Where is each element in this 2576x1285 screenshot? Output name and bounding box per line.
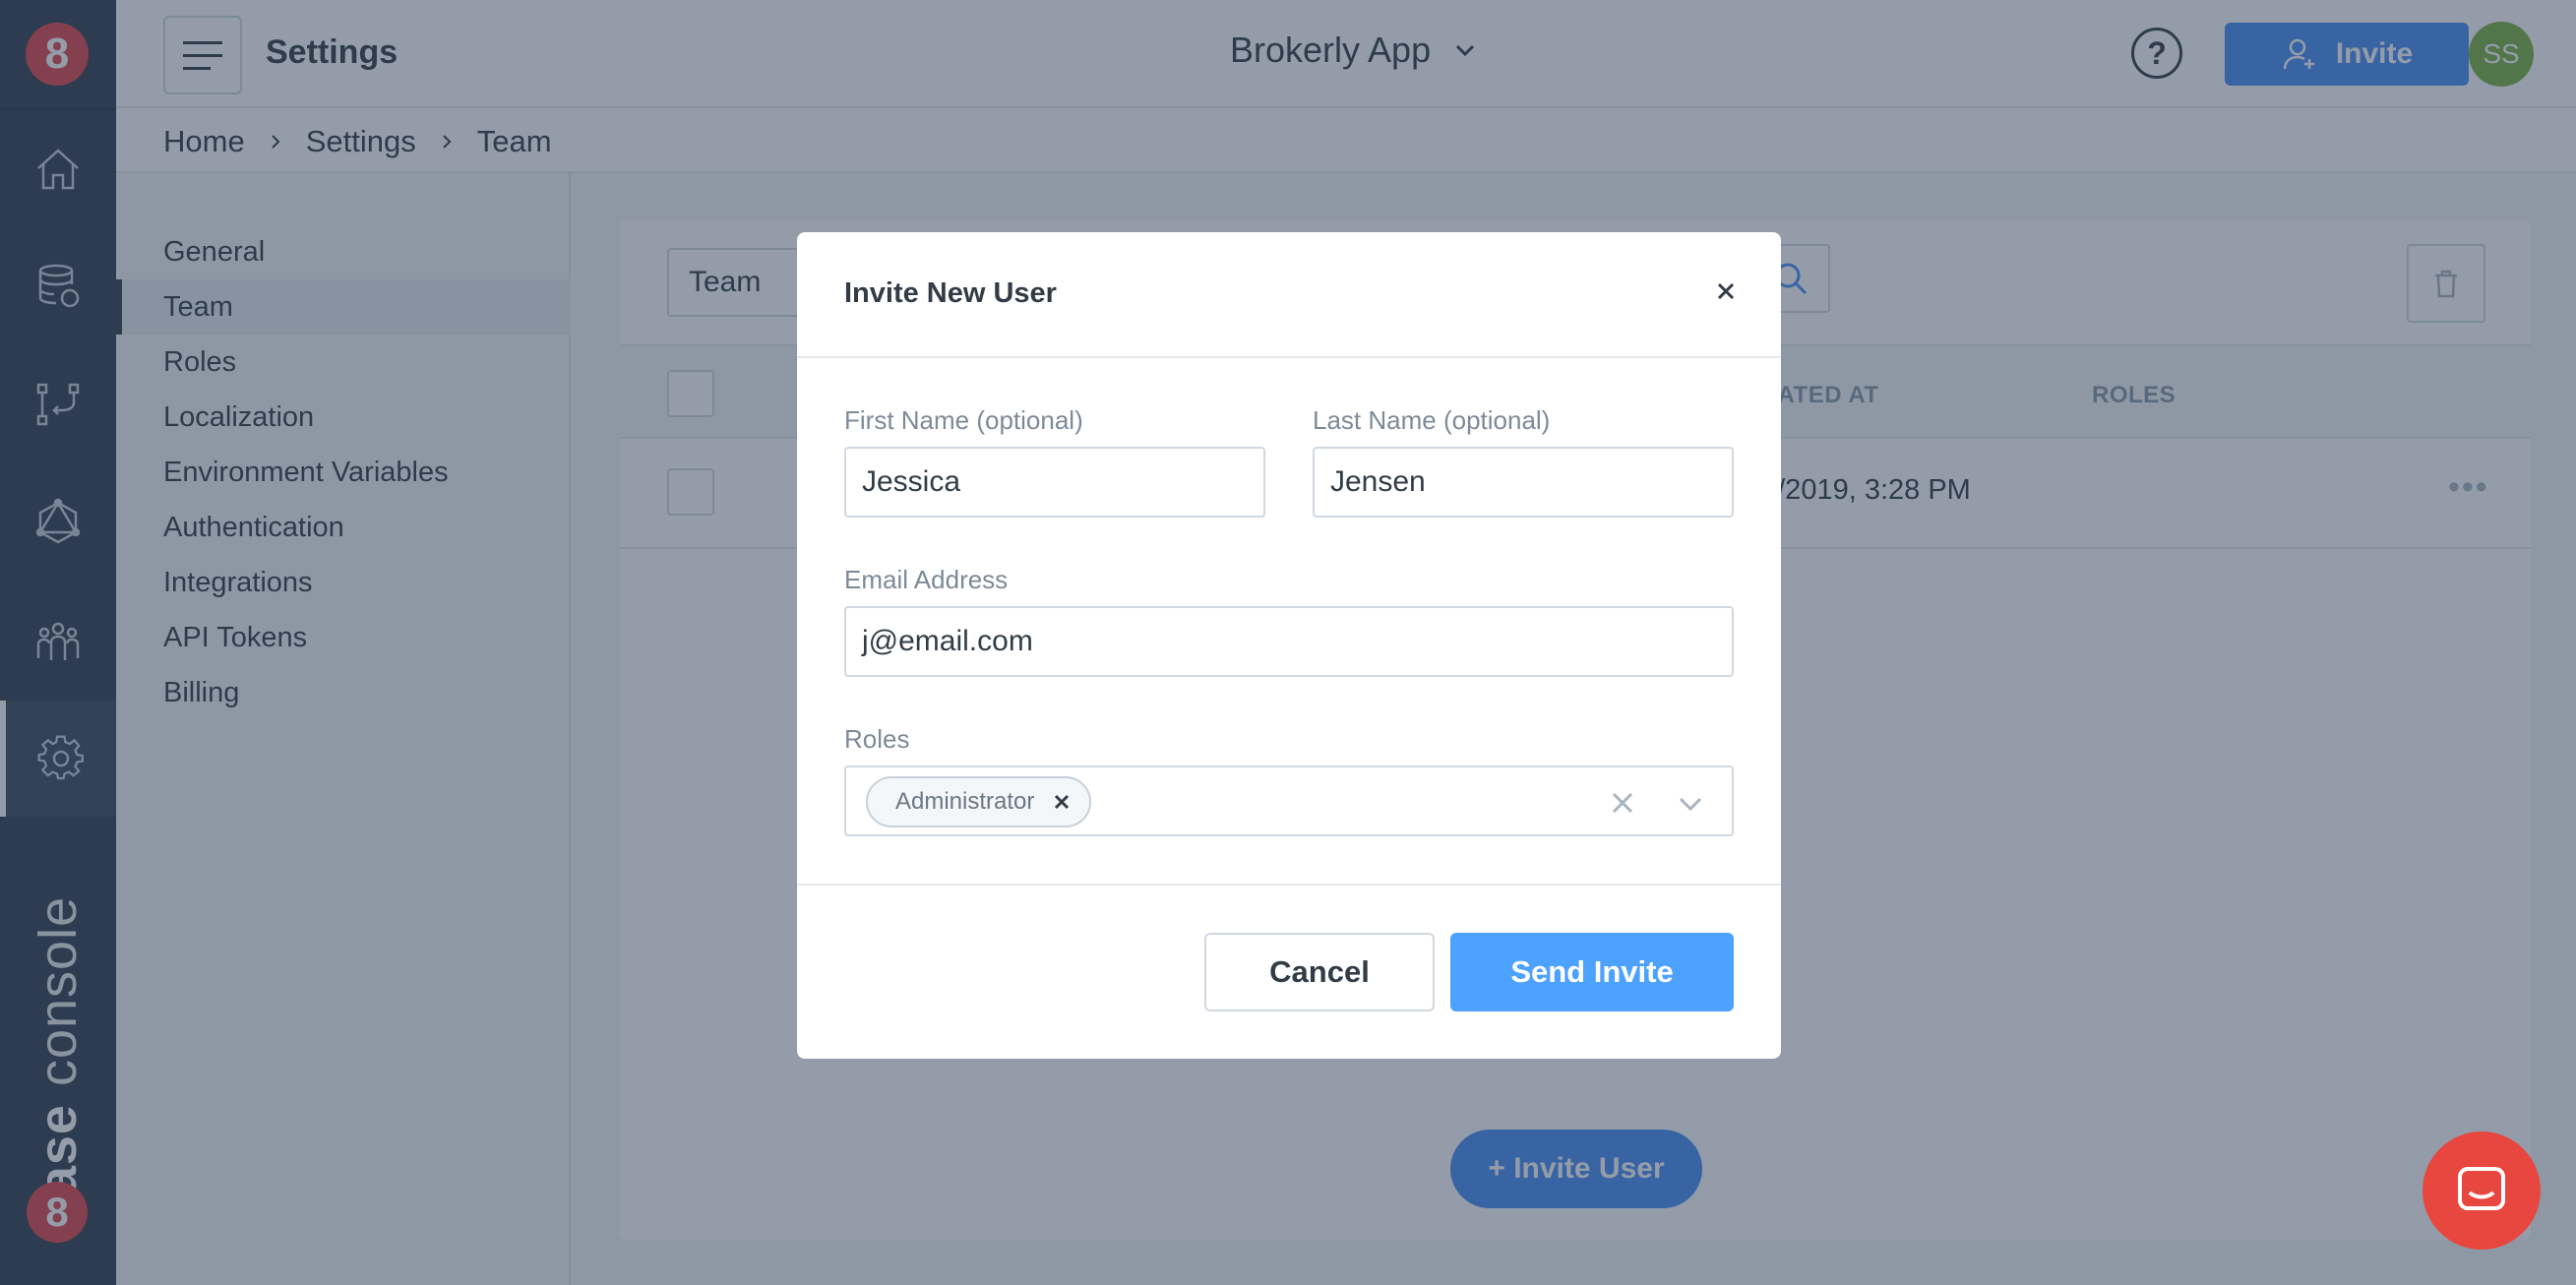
chevron-down-icon[interactable]	[1676, 789, 1705, 819]
first-name-label: First Name (optional)	[844, 405, 1083, 435]
email-label: Email Address	[844, 565, 1009, 594]
dialog-title: Invite New User	[844, 277, 1057, 309]
chat-icon	[2458, 1167, 2505, 1210]
invite-user-dialog: Invite New User First Name (optional) Je…	[797, 232, 1781, 1059]
close-button[interactable]	[1706, 272, 1746, 311]
close-icon	[1717, 282, 1735, 300]
chat-launcher[interactable]	[2423, 1132, 2541, 1250]
dialog-divider	[797, 356, 1781, 358]
roles-select[interactable]: Administrator	[844, 765, 1734, 836]
role-chip-administrator: Administrator	[866, 776, 1092, 827]
dialog-divider	[797, 884, 1781, 886]
send-invite-button[interactable]: Send Invite	[1450, 933, 1734, 1011]
remove-role-icon[interactable]	[1054, 794, 1070, 810]
email-field[interactable]: j@email.com	[844, 606, 1734, 677]
cancel-button[interactable]: Cancel	[1204, 933, 1435, 1011]
roles-label: Roles	[844, 724, 910, 754]
clear-icon[interactable]	[1609, 789, 1636, 817]
role-chip-label: Administrator	[895, 788, 1035, 815]
last-name-field[interactable]: Jensen	[1313, 447, 1734, 518]
last-name-label: Last Name (optional)	[1313, 405, 1551, 435]
first-name-field[interactable]: Jessica	[844, 447, 1265, 518]
